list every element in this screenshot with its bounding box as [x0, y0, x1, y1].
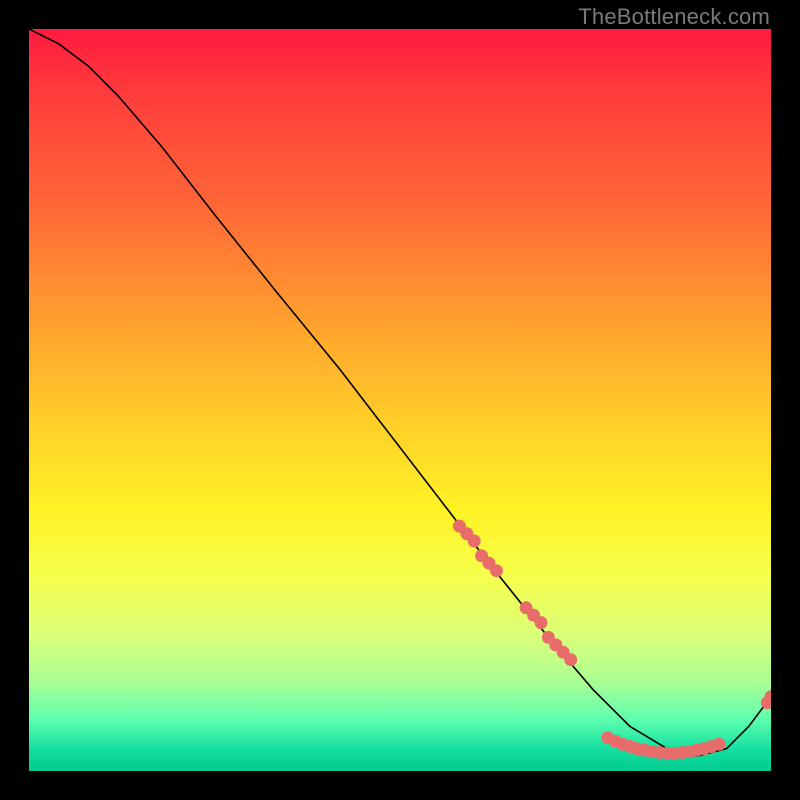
data-point	[713, 738, 726, 751]
data-point	[631, 742, 644, 755]
data-point	[698, 742, 711, 755]
data-point	[535, 616, 548, 629]
data-point	[765, 690, 772, 703]
data-point	[690, 744, 703, 757]
scatter-points	[453, 520, 771, 760]
data-point	[520, 601, 533, 614]
data-point	[624, 740, 637, 753]
data-point	[653, 746, 666, 759]
chart-stage: TheBottleneck.com	[0, 0, 800, 800]
data-point	[549, 638, 562, 651]
data-point	[460, 527, 473, 540]
data-point	[527, 609, 540, 622]
data-point	[564, 653, 577, 666]
bottleneck-curve	[29, 29, 771, 756]
data-point	[676, 746, 689, 759]
data-point	[661, 747, 674, 760]
data-point	[490, 564, 503, 577]
data-point	[616, 738, 629, 751]
data-point	[683, 745, 696, 758]
data-point	[475, 549, 488, 562]
data-point	[601, 731, 614, 744]
data-point	[483, 557, 496, 570]
data-point	[638, 744, 651, 757]
data-point	[761, 696, 771, 709]
data-point	[468, 535, 481, 548]
watermark-text: TheBottleneck.com	[578, 4, 770, 30]
data-point	[646, 745, 659, 758]
data-point	[705, 740, 718, 753]
chart-svg	[29, 29, 771, 771]
plot-area	[29, 29, 771, 771]
data-point	[542, 631, 555, 644]
data-point	[609, 735, 622, 748]
data-point	[453, 520, 466, 533]
data-point	[557, 646, 570, 659]
data-point	[668, 747, 681, 760]
